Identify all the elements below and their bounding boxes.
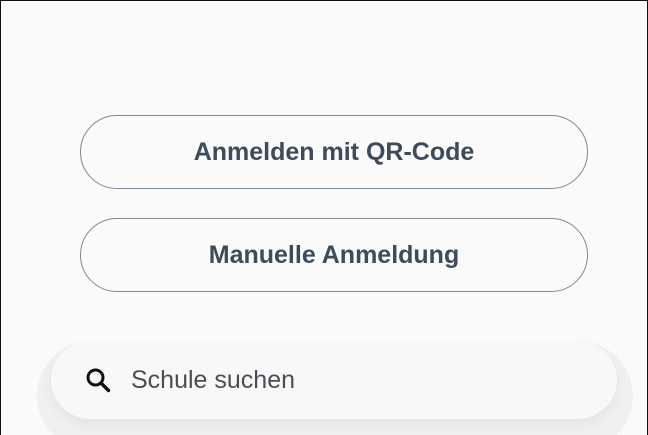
login-screen: Anmelden mit QR-Code Manuelle Anmeldung … — [0, 0, 648, 435]
manual-login-button-label: Manuelle Anmeldung — [208, 240, 460, 269]
manual-login-button[interactable]: Manuelle Anmeldung — [80, 218, 588, 292]
qr-login-button[interactable]: Anmelden mit QR-Code — [80, 115, 588, 189]
search-icon — [85, 367, 111, 393]
search-placeholder: Schule suchen — [131, 365, 296, 394]
qr-login-button-label: Anmelden mit QR-Code — [193, 137, 475, 166]
school-search-input[interactable]: Schule suchen — [51, 341, 617, 419]
